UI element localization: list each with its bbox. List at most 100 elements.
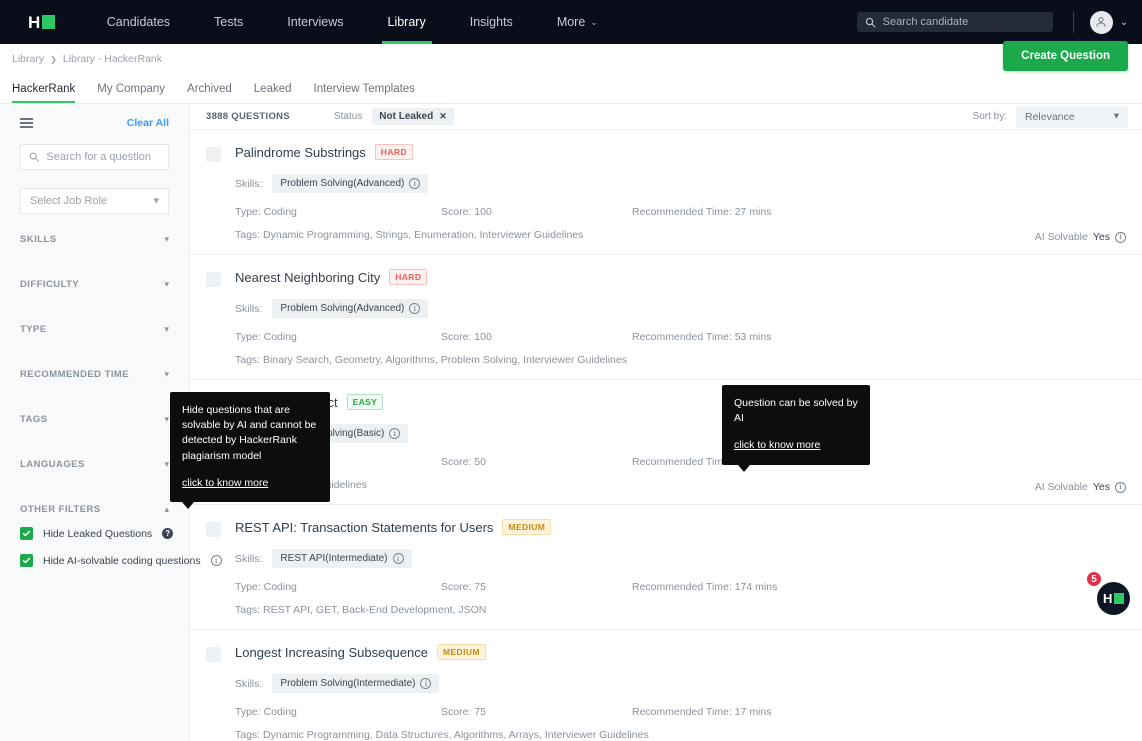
question-title[interactable]: Longest Increasing Subsequence	[235, 645, 428, 660]
question-body: Longest Increasing Subsequence MEDIUM Sk…	[235, 644, 1126, 741]
skills-label: Skills:	[235, 177, 263, 190]
nav-item-interviews[interactable]: Interviews	[265, 0, 365, 44]
type-prefix: Type:	[235, 581, 264, 593]
tags-value: Dynamic Programming, Data Structures, Al…	[263, 729, 649, 741]
nav-item-candidates[interactable]: Candidates	[85, 0, 192, 44]
skill-chip[interactable]: REST API(Intermediate) i	[272, 549, 412, 568]
info-icon[interactable]: i	[420, 678, 432, 689]
question-card[interactable]: Nearest Neighboring City HARD Skills: Pr…	[190, 255, 1142, 380]
help-icon[interactable]: ?	[162, 528, 174, 539]
filter-group-type[interactable]: TYPE ▾	[20, 324, 169, 349]
search-candidate-input[interactable]	[882, 16, 1045, 28]
question-select-checkbox[interactable]	[206, 647, 221, 662]
tab-interview-templates[interactable]: Interview Templates	[314, 83, 415, 103]
info-icon[interactable]: i	[392, 553, 404, 564]
search-candidate-box[interactable]	[856, 12, 1053, 32]
question-meta: Type: Coding Score: 75 Recommended Time:…	[235, 706, 1126, 741]
breadcrumb-current[interactable]: Library - HackerRank	[63, 53, 162, 65]
tab-archived[interactable]: Archived	[187, 83, 232, 103]
status-filter-chip[interactable]: Not Leaked ✕	[372, 108, 454, 125]
filter-group-languages[interactable]: LANGUAGES ▾	[20, 459, 169, 484]
page-root: H Candidates Tests Interviews Library In…	[0, 0, 1142, 741]
skill-chip[interactable]: Problem Solving(Advanced) i	[272, 299, 429, 318]
breadcrumb-root[interactable]: Library	[12, 53, 44, 65]
question-card[interactable]: Longest Increasing Subsequence MEDIUM Sk…	[190, 630, 1142, 741]
question-search-box[interactable]	[20, 144, 169, 170]
time-prefix: Recommended Time:	[632, 456, 732, 468]
help-support-fab[interactable]: H 5	[1085, 570, 1130, 615]
question-card[interactable]: REST API: Transaction Statements for Use…	[190, 505, 1142, 630]
chevron-down-icon: ▾	[164, 324, 169, 334]
difficulty-badge: HARD	[389, 269, 428, 285]
score-value: 75	[474, 581, 486, 593]
tab-leaked[interactable]: Leaked	[254, 83, 292, 103]
breadcrumb-separator-icon: ❯	[50, 54, 57, 64]
nav-items: Candidates Tests Interviews Library Insi…	[85, 0, 620, 44]
question-select-checkbox[interactable]	[206, 272, 221, 287]
question-card[interactable]: Maximum Distinct EASY Skills: Problem So…	[190, 380, 1142, 505]
question-meta: Type: Coding Score: 50 Recommended Time:…	[235, 456, 1126, 493]
tab-hackerrank[interactable]: HackerRank	[12, 83, 76, 103]
question-title[interactable]: Nearest Neighboring City	[235, 270, 380, 285]
question-select-checkbox[interactable]	[206, 522, 221, 537]
chevron-down-icon: ▾	[153, 194, 159, 207]
filter-group-tags[interactable]: TAGS ▾	[20, 414, 169, 439]
filter-group-label: DIFFICULTY	[20, 279, 80, 290]
chevron-down-icon: ▾	[164, 234, 169, 244]
score-prefix: Score:	[441, 456, 475, 468]
meta-line: Type: Coding Score: 75 Recommended Time:…	[235, 706, 1126, 718]
question-recommended-time: Recommended Time: 17 mins	[632, 706, 1126, 718]
filter-group-label: OTHER FILTERS	[20, 504, 101, 515]
time-prefix: Recommended Time:	[632, 206, 735, 218]
job-role-select[interactable]: Select Job Role ▾	[20, 188, 169, 214]
chevron-down-icon: ▾	[1113, 110, 1119, 123]
filter-group-difficulty[interactable]: DIFFICULTY ▾	[20, 279, 169, 304]
chevron-down-icon: ▾	[164, 414, 169, 424]
search-question-input[interactable]	[46, 151, 160, 163]
search-icon	[29, 152, 39, 162]
score-value: 75	[474, 706, 486, 718]
question-title[interactable]: REST API: Transaction Statements for Use…	[235, 520, 493, 535]
checkbox-checked-icon[interactable]	[20, 554, 33, 567]
question-list: Palindrome Substrings HARD Skills: Probl…	[190, 130, 1142, 741]
close-icon[interactable]: ✕	[439, 111, 447, 122]
hackerrank-logo[interactable]: H	[28, 14, 55, 31]
question-select-checkbox[interactable]	[206, 147, 221, 162]
info-icon[interactable]: i	[389, 428, 401, 439]
question-title[interactable]: Palindrome Substrings	[235, 145, 366, 160]
filter-group-label: RECOMMENDED TIME	[20, 369, 130, 380]
nav-item-library[interactable]: Library	[366, 0, 448, 44]
hamburger-menu-icon[interactable]	[20, 118, 33, 128]
skill-chip[interactable]: Problem Solving(Intermediate) i	[272, 674, 440, 693]
filter-hide-ai-solvable-questions[interactable]: Hide AI-solvable coding questions i	[20, 554, 222, 567]
tab-my-company[interactable]: My Company	[97, 83, 165, 103]
tooltip-text: Question can be solved by AI	[734, 397, 858, 425]
score-prefix: Score:	[441, 581, 475, 593]
difficulty-badge: MEDIUM	[502, 519, 552, 535]
info-icon[interactable]: i	[409, 178, 421, 189]
filter-hide-leaked-questions[interactable]: Hide Leaked Questions ?	[20, 527, 174, 540]
clear-all-button[interactable]: Clear All	[127, 117, 169, 129]
ai-solvable-label: AI Solvable	[1034, 481, 1088, 493]
nav-item-insights[interactable]: Insights	[448, 0, 535, 44]
question-card[interactable]: Palindrome Substrings HARD Skills: Probl…	[190, 130, 1142, 255]
checkbox-checked-icon[interactable]	[20, 527, 33, 540]
question-tags: Tags: REST API, GET, Back-End Developmen…	[235, 604, 1126, 616]
info-icon[interactable]: i	[1115, 481, 1126, 493]
skill-chip[interactable]: Problem Solving(Advanced) i	[272, 174, 429, 193]
sort-select[interactable]: Relevance ▾	[1016, 105, 1128, 128]
info-icon[interactable]: i	[409, 303, 421, 314]
nav-item-more[interactable]: More ⌄	[535, 0, 620, 44]
tooltip-link[interactable]: click to know more	[182, 476, 268, 491]
question-type: Type: Coding	[235, 706, 441, 718]
filter-group-recommended-time[interactable]: RECOMMENDED TIME ▾	[20, 369, 169, 394]
nav-item-tests[interactable]: Tests	[192, 0, 265, 44]
tooltip-link[interactable]: click to know more	[734, 438, 820, 453]
create-question-button[interactable]: Create Question	[1003, 41, 1128, 71]
time-prefix: Recommended Time:	[632, 706, 735, 718]
filter-group-skills[interactable]: SKILLS ▾	[20, 234, 169, 259]
filter-group-other-filters[interactable]: OTHER FILTERS ▴	[20, 504, 169, 523]
info-icon[interactable]: i	[1115, 231, 1126, 243]
user-menu[interactable]: ⌄	[1089, 10, 1128, 34]
breadcrumb: Library ❯ Library - HackerRank	[0, 44, 1142, 65]
